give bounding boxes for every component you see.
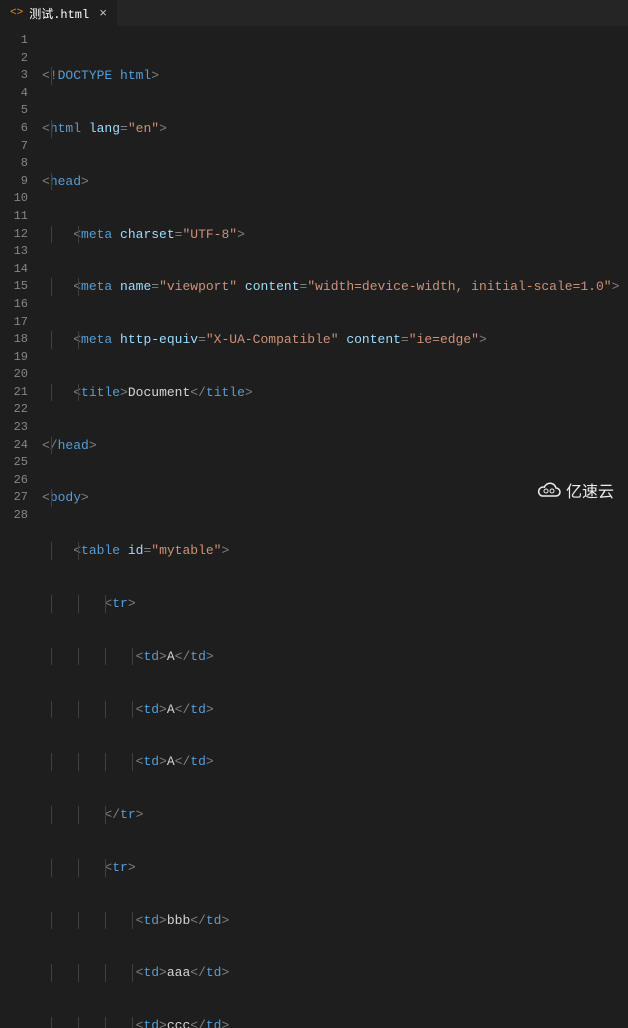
line-number: 3 [0, 67, 28, 85]
code-line: <td>A</td> [42, 753, 628, 771]
line-number: 27 [0, 489, 28, 507]
line-number: 12 [0, 226, 28, 244]
code-line: <!DOCTYPE html> [42, 67, 628, 85]
line-number: 24 [0, 437, 28, 455]
code-line: <meta charset="UTF-8"> [42, 226, 628, 244]
code-line: <tr> [42, 595, 628, 613]
line-number: 7 [0, 138, 28, 156]
line-number: 10 [0, 190, 28, 208]
tab-filename: 测试.html [29, 5, 89, 22]
code-line: <meta name="viewport" content="width=dev… [42, 278, 628, 296]
line-number: 13 [0, 243, 28, 261]
close-icon[interactable]: × [95, 6, 107, 21]
line-number: 28 [0, 507, 28, 525]
code-line: <td>bbb</td> [42, 912, 628, 930]
code-line: <td>aaa</td> [42, 964, 628, 982]
html-file-icon: <> [10, 7, 23, 19]
tab-bar: <> 测试.html × [0, 0, 628, 26]
code-content[interactable]: <!DOCTYPE html> <html lang="en"> <head> … [42, 26, 628, 514]
line-number: 23 [0, 419, 28, 437]
watermark-text: 亿速云 [566, 478, 614, 502]
watermark: 亿速云 [536, 478, 614, 502]
line-number: 11 [0, 208, 28, 226]
line-number: 15 [0, 278, 28, 296]
line-number: 2 [0, 50, 28, 68]
line-number: 1 [0, 32, 28, 50]
code-line: <table id="mytable"> [42, 542, 628, 560]
line-number: 22 [0, 401, 28, 419]
editor[interactable]: 1 2 3 4 5 6 7 8 9 10 11 12 13 14 15 16 1… [0, 26, 628, 514]
line-number: 20 [0, 366, 28, 384]
cloud-icon [536, 481, 562, 499]
line-number: 17 [0, 314, 28, 332]
code-line: <tr> [42, 859, 628, 877]
code-line: </head> [42, 437, 628, 455]
code-line: <html lang="en"> [42, 120, 628, 138]
line-number: 6 [0, 120, 28, 138]
line-number: 18 [0, 331, 28, 349]
code-line: <td>ccc</td> [42, 1017, 628, 1028]
line-number: 8 [0, 155, 28, 173]
line-number: 14 [0, 261, 28, 279]
line-number: 5 [0, 102, 28, 120]
line-number-gutter: 1 2 3 4 5 6 7 8 9 10 11 12 13 14 15 16 1… [0, 26, 42, 514]
code-line: </tr> [42, 806, 628, 824]
line-number: 19 [0, 349, 28, 367]
line-number: 26 [0, 472, 28, 490]
code-line: <td>A</td> [42, 701, 628, 719]
code-line: <title>Document</title> [42, 384, 628, 402]
code-line: <td>A</td> [42, 648, 628, 666]
line-number: 25 [0, 454, 28, 472]
code-line: <meta http-equiv="X-UA-Compatible" conte… [42, 331, 628, 349]
line-number: 21 [0, 384, 28, 402]
line-number: 16 [0, 296, 28, 314]
code-line: <head> [42, 173, 628, 191]
tab-active[interactable]: <> 测试.html × [0, 0, 117, 26]
line-number: 9 [0, 173, 28, 191]
line-number: 4 [0, 85, 28, 103]
